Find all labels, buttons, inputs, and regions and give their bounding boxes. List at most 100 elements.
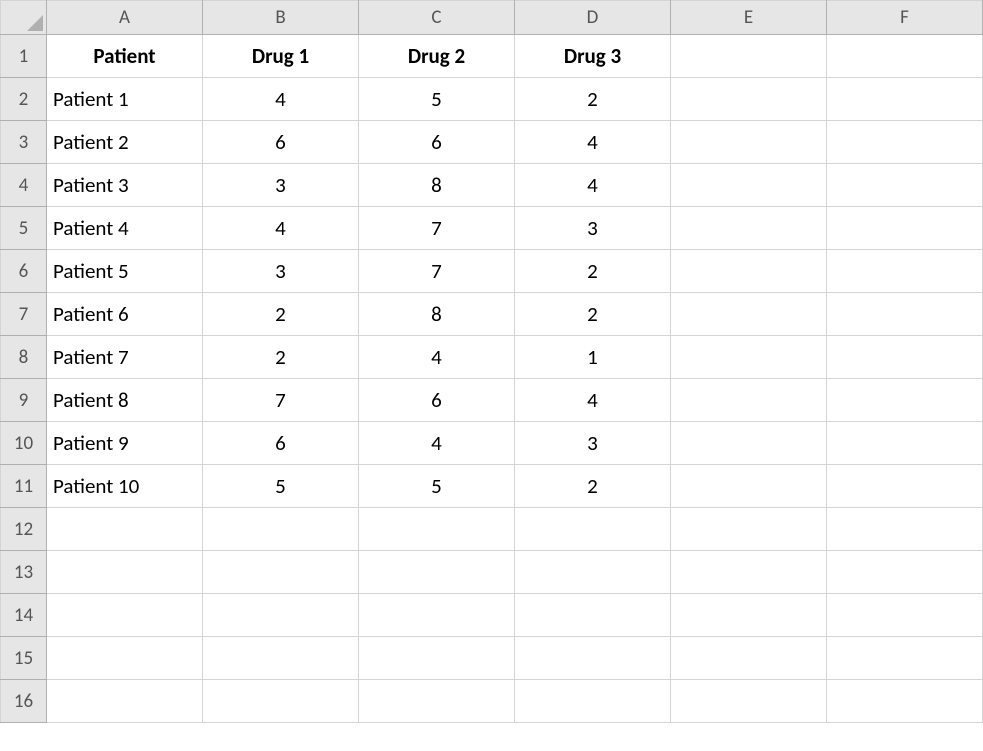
cell-B10[interactable]: 6	[203, 422, 359, 465]
row-header-16[interactable]: 16	[1, 680, 47, 723]
cell-C15[interactable]	[359, 637, 515, 680]
row-header-1[interactable]: 1	[1, 35, 47, 78]
col-header-B[interactable]: B	[203, 1, 359, 35]
cell-D9[interactable]: 4	[515, 379, 671, 422]
cell-D14[interactable]	[515, 594, 671, 637]
cell-E1[interactable]	[671, 35, 827, 78]
cell-A4[interactable]: Patient 3	[47, 164, 203, 207]
cell-E7[interactable]	[671, 293, 827, 336]
cell-A8[interactable]: Patient 7	[47, 336, 203, 379]
cell-F5[interactable]	[827, 207, 983, 250]
cell-E15[interactable]	[671, 637, 827, 680]
cell-D11[interactable]: 2	[515, 465, 671, 508]
cell-E10[interactable]	[671, 422, 827, 465]
cell-B6[interactable]: 3	[203, 250, 359, 293]
cell-A9[interactable]: Patient 8	[47, 379, 203, 422]
row-header-14[interactable]: 14	[1, 594, 47, 637]
cell-D2[interactable]: 2	[515, 78, 671, 121]
cell-F1[interactable]	[827, 35, 983, 78]
cell-C12[interactable]	[359, 508, 515, 551]
cell-C9[interactable]: 6	[359, 379, 515, 422]
cell-B4[interactable]: 3	[203, 164, 359, 207]
cell-B3[interactable]: 6	[203, 121, 359, 164]
row-header-5[interactable]: 5	[1, 207, 47, 250]
cell-B16[interactable]	[203, 680, 359, 723]
cell-E5[interactable]	[671, 207, 827, 250]
cell-B15[interactable]	[203, 637, 359, 680]
cell-E8[interactable]	[671, 336, 827, 379]
cell-A15[interactable]	[47, 637, 203, 680]
col-header-E[interactable]: E	[671, 1, 827, 35]
col-header-F[interactable]: F	[827, 1, 983, 35]
cell-B13[interactable]	[203, 551, 359, 594]
cell-C4[interactable]: 8	[359, 164, 515, 207]
row-header-9[interactable]: 9	[1, 379, 47, 422]
cell-C6[interactable]: 7	[359, 250, 515, 293]
cell-F10[interactable]	[827, 422, 983, 465]
cell-F9[interactable]	[827, 379, 983, 422]
cell-B1[interactable]: Drug 1	[203, 35, 359, 78]
cell-A3[interactable]: Patient 2	[47, 121, 203, 164]
cell-E4[interactable]	[671, 164, 827, 207]
cell-E14[interactable]	[671, 594, 827, 637]
cell-C1[interactable]: Drug 2	[359, 35, 515, 78]
cell-B12[interactable]	[203, 508, 359, 551]
cell-C13[interactable]	[359, 551, 515, 594]
cell-F11[interactable]	[827, 465, 983, 508]
cell-F8[interactable]	[827, 336, 983, 379]
cell-D10[interactable]: 3	[515, 422, 671, 465]
row-header-11[interactable]: 11	[1, 465, 47, 508]
cell-A11[interactable]: Patient 10	[47, 465, 203, 508]
cell-C16[interactable]	[359, 680, 515, 723]
cell-C5[interactable]: 7	[359, 207, 515, 250]
cell-A12[interactable]	[47, 508, 203, 551]
cell-B5[interactable]: 4	[203, 207, 359, 250]
cell-B14[interactable]	[203, 594, 359, 637]
cell-F13[interactable]	[827, 551, 983, 594]
cell-D16[interactable]	[515, 680, 671, 723]
row-header-8[interactable]: 8	[1, 336, 47, 379]
cell-F12[interactable]	[827, 508, 983, 551]
cell-A2[interactable]: Patient 1	[47, 78, 203, 121]
cell-F2[interactable]	[827, 78, 983, 121]
cell-C8[interactable]: 4	[359, 336, 515, 379]
row-header-7[interactable]: 7	[1, 293, 47, 336]
cell-E16[interactable]	[671, 680, 827, 723]
cell-D6[interactable]: 2	[515, 250, 671, 293]
row-header-12[interactable]: 12	[1, 508, 47, 551]
cell-F14[interactable]	[827, 594, 983, 637]
cell-F16[interactable]	[827, 680, 983, 723]
cell-F4[interactable]	[827, 164, 983, 207]
cell-D3[interactable]: 4	[515, 121, 671, 164]
cell-F3[interactable]	[827, 121, 983, 164]
cell-C14[interactable]	[359, 594, 515, 637]
cell-B11[interactable]: 5	[203, 465, 359, 508]
row-header-10[interactable]: 10	[1, 422, 47, 465]
row-header-13[interactable]: 13	[1, 551, 47, 594]
cell-A14[interactable]	[47, 594, 203, 637]
cell-E6[interactable]	[671, 250, 827, 293]
row-header-6[interactable]: 6	[1, 250, 47, 293]
cell-E11[interactable]	[671, 465, 827, 508]
cell-F7[interactable]	[827, 293, 983, 336]
cell-E2[interactable]	[671, 78, 827, 121]
col-header-C[interactable]: C	[359, 1, 515, 35]
row-header-15[interactable]: 15	[1, 637, 47, 680]
col-header-A[interactable]: A	[47, 1, 203, 35]
col-header-D[interactable]: D	[515, 1, 671, 35]
cell-A5[interactable]: Patient 4	[47, 207, 203, 250]
cell-C11[interactable]: 5	[359, 465, 515, 508]
cell-F6[interactable]	[827, 250, 983, 293]
cell-E13[interactable]	[671, 551, 827, 594]
cell-A7[interactable]: Patient 6	[47, 293, 203, 336]
cell-E3[interactable]	[671, 121, 827, 164]
cell-B2[interactable]: 4	[203, 78, 359, 121]
cell-F15[interactable]	[827, 637, 983, 680]
cell-C3[interactable]: 6	[359, 121, 515, 164]
cell-C7[interactable]: 8	[359, 293, 515, 336]
cell-D15[interactable]	[515, 637, 671, 680]
row-header-4[interactable]: 4	[1, 164, 47, 207]
cell-D4[interactable]: 4	[515, 164, 671, 207]
cell-A10[interactable]: Patient 9	[47, 422, 203, 465]
cell-C10[interactable]: 4	[359, 422, 515, 465]
